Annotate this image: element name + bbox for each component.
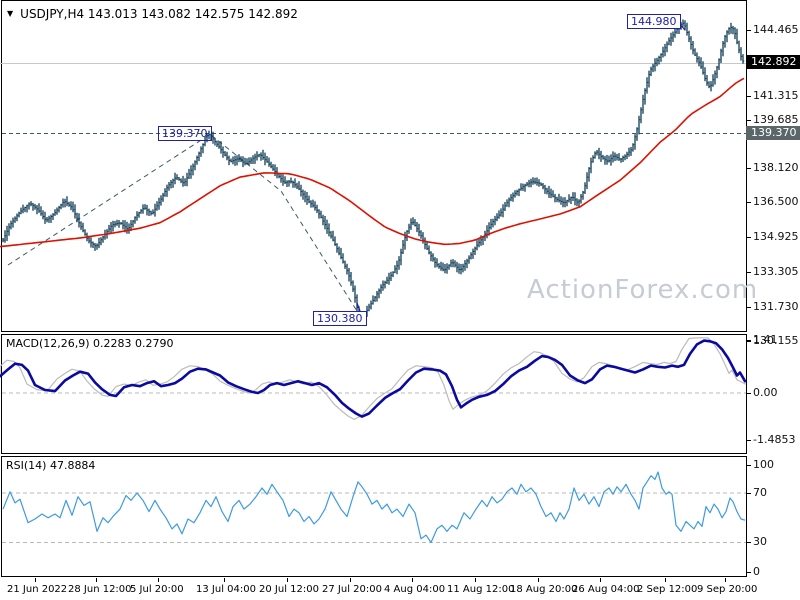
chart-window: ▼ USDJPY,H4 143.013 143.082 142.575 142.8… — [0, 0, 800, 600]
y-axis-label-1-0-tick — [746, 340, 751, 341]
macd-panel[interactable] — [0, 334, 800, 454]
price-annotation-low[interactable]: 130.380 — [313, 311, 367, 326]
x-axis-label-8: 18 Aug 20:00 — [510, 584, 578, 595]
x-axis-tick-6 — [412, 578, 413, 582]
y-axis-label-0-7: 131.730 — [753, 300, 799, 313]
x-axis-tick-8 — [538, 578, 539, 582]
x-axis-tick-11 — [725, 578, 726, 582]
x-axis-label-11: 9 Sep 20:00 — [697, 584, 758, 595]
y-axis-label-1-1: 0.00 — [753, 386, 778, 399]
x-axis-label-1: 28 Jun 12:00 — [68, 584, 132, 595]
price-annotation-high[interactable]: 144.980 — [627, 14, 681, 29]
x-axis-label-4: 20 Jul 12:00 — [259, 584, 319, 595]
y-axis-label-1-2: -1.4853 — [753, 433, 796, 446]
price-axis[interactable]: 144.465 141.315 139.685 138.120 136.500 134.9… — [746, 0, 800, 578]
x-axis-tick-0 — [35, 578, 36, 582]
x-axis-tick-9 — [600, 578, 601, 582]
trendline-0[interactable] — [7, 132, 213, 266]
x-axis-tick-3 — [224, 578, 225, 582]
y-axis-label-2-1-tick — [746, 493, 751, 494]
rsi-label: RSI(14) 47.8884 — [6, 459, 96, 472]
y-axis-label-0-2-tick — [746, 120, 751, 121]
y-axis-label-0-1: 141.315 — [753, 89, 799, 102]
y-axis-label-0-2: 139.685 — [753, 113, 799, 126]
y-axis-label-2-1: 70 — [753, 486, 767, 499]
x-axis-tick-4 — [287, 578, 288, 582]
y-axis-label-0-6: 133.305 — [753, 265, 799, 278]
y-axis-label-2-2: 30 — [753, 535, 767, 548]
y-axis-label-0-7-tick — [746, 307, 751, 308]
x-axis-label-6: 4 Aug 04:00 — [384, 584, 446, 595]
y-axis-label-2-0-tick — [746, 465, 751, 466]
symbol-dropdown-icon[interactable]: ▼ — [7, 9, 13, 18]
macd-main-line — [0, 337, 747, 421]
y-axis-label-0-3: 138.120 — [753, 161, 799, 174]
y-axis-label-1-0: 1.41 — [753, 333, 778, 346]
y-axis-label-0-5-tick — [746, 237, 751, 238]
macd-label: MACD(12,26,9) 0.2283 0.2790 — [6, 337, 174, 350]
x-axis-tick-1 — [96, 578, 97, 582]
y-axis-label-0-0-tick — [746, 30, 751, 31]
x-axis-label-10: 2 Sep 12:00 — [637, 584, 698, 595]
x-axis-tick-5 — [350, 578, 351, 582]
y-axis-label-2-0: 100 — [753, 458, 774, 471]
chart-title: ▼ USDJPY,H4 143.013 143.082 142.575 142.8… — [7, 7, 298, 21]
x-axis-label-5: 27 Jul 20:00 — [322, 584, 382, 595]
x-axis-label-9: 26 Aug 04:00 — [572, 584, 640, 595]
y-axis-label-2-3: 0 — [753, 565, 760, 578]
time-axis[interactable]: 21 Jun 2022 28 Jun 12:00 5 Jul 20:00 13 Jul… — [0, 578, 800, 600]
y-axis-label-0-0: 144.465 — [753, 23, 799, 36]
y-axis-label-0-3-tick — [746, 168, 751, 169]
y-axis-label-0-1-tick — [746, 96, 751, 97]
y-axis-label-2-3-tick — [746, 572, 751, 573]
rsi-line — [2, 471, 746, 544]
current-price-tag: 142.892 — [746, 55, 800, 69]
y-axis-label-1-1-tick — [746, 393, 751, 394]
y-axis-label-1-2-tick — [746, 440, 751, 441]
macd-signal-line — [0, 339, 747, 418]
price-annotation-resistance[interactable]: 139.370 — [158, 126, 212, 141]
x-axis-label-3: 13 Jul 04:00 — [196, 584, 256, 595]
x-axis-tick-10 — [665, 578, 666, 582]
watermark: ActionForex.com — [527, 275, 759, 305]
x-axis-label-7: 11 Aug 12:00 — [447, 584, 515, 595]
x-axis-label-0: 21 Jun 2022 — [7, 584, 68, 595]
x-axis-label-2: 5 Jul 20:00 — [130, 584, 184, 595]
y-axis-label-0-6-tick — [746, 272, 751, 273]
level-price-tag: 139.370 — [746, 126, 800, 140]
rsi-panel[interactable] — [0, 456, 800, 577]
x-axis-tick-2 — [158, 578, 159, 582]
y-axis-label-2-2-tick — [746, 542, 751, 543]
moving-average-line — [0, 77, 745, 248]
y-axis-label-0-4: 136.500 — [753, 195, 799, 208]
macd-plot-border — [1, 334, 747, 454]
symbol-ohlc-text: USDJPY,H4 143.013 143.082 142.575 142.89… — [20, 7, 298, 21]
y-axis-label-0-8-tick — [746, 341, 751, 342]
x-axis-tick-7 — [475, 578, 476, 582]
y-axis-label-0-4-tick — [746, 202, 751, 203]
y-axis-label-0-5: 134.925 — [753, 230, 799, 243]
